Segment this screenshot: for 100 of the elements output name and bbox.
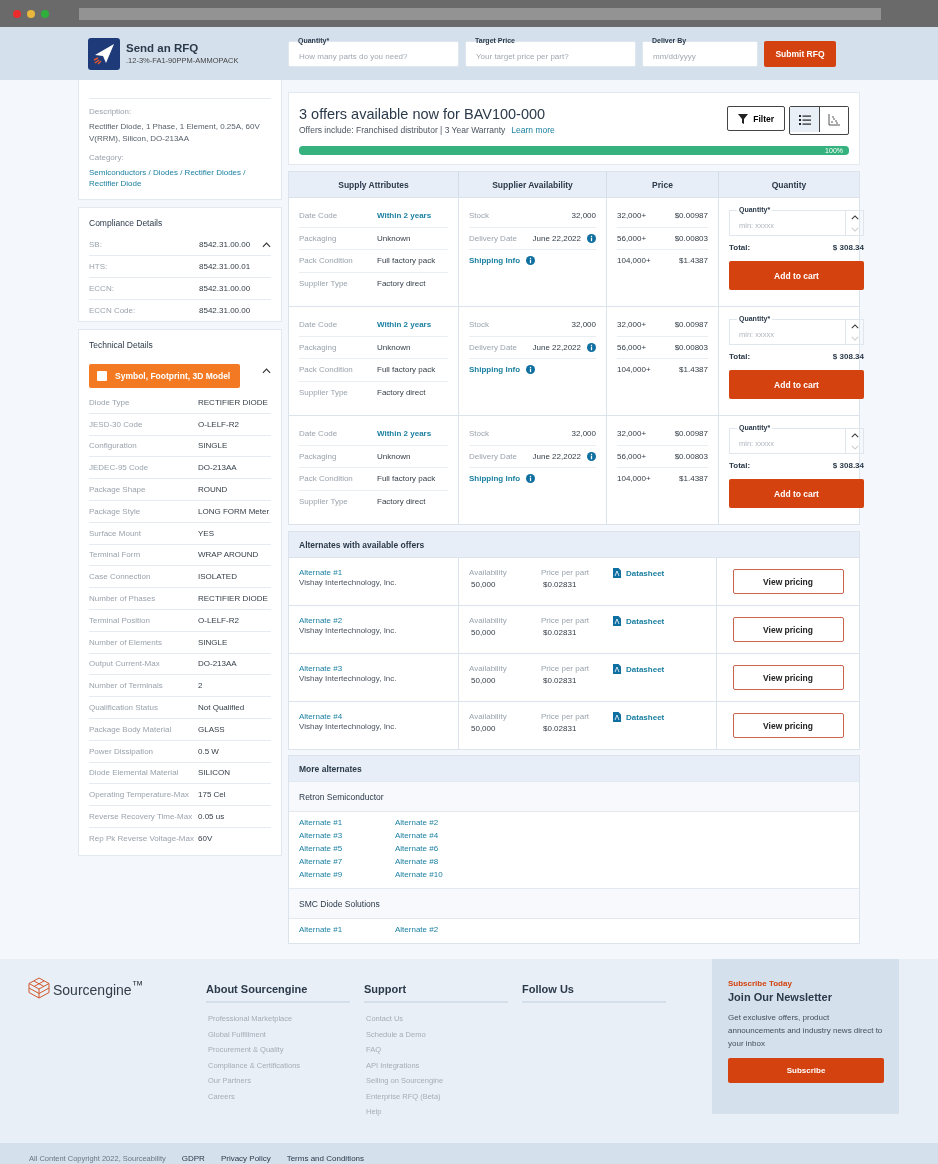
- row-label: Terminal Position: [89, 615, 151, 625]
- learn-more-link[interactable]: Learn more: [511, 125, 555, 135]
- alternate-link[interactable]: Alternate #10: [395, 869, 491, 880]
- attribute-value: Factory direct: [377, 496, 426, 506]
- datasheet-link[interactable]: Datasheet: [613, 568, 665, 578]
- row-label: Power Dissipation: [89, 746, 155, 756]
- attribute-value: Full factory pack: [377, 365, 436, 375]
- row-value: LONG FORM Meter: [198, 506, 270, 516]
- row-label: Package Style: [89, 506, 142, 516]
- row-label: Surface Mount: [89, 528, 143, 538]
- caret-icon[interactable]: [262, 241, 271, 248]
- alternate-link[interactable]: Alternate #5: [299, 843, 395, 854]
- submit-button[interactable]: Submit RFQ: [764, 40, 836, 67]
- alternate-link[interactable]: Alternate #4: [395, 830, 491, 841]
- attribute-value: Unknown: [377, 451, 411, 461]
- list-view-button[interactable]: [790, 107, 819, 132]
- offers-title: 3 offers available now for BAV100-000: [299, 106, 547, 122]
- shipping-info-link[interactable]: Shipping Info: [469, 256, 521, 266]
- quantity-break-label: 56,000+: [617, 451, 648, 461]
- unit-price: $0.00987: [674, 429, 708, 439]
- pdf-file-icon: [613, 568, 621, 578]
- legal-link[interactable]: GDPR: [181, 1153, 205, 1163]
- view-pricing-button[interactable]: View pricing: [732, 617, 844, 642]
- view-pricing-button[interactable]: View pricing: [732, 665, 844, 690]
- attribute-value: Factory direct: [377, 387, 426, 397]
- quantity-break-label: 104,000+: [617, 474, 652, 484]
- row-label: ECCN Code:: [89, 306, 137, 315]
- add-to-cart-button[interactable]: Add to cart: [729, 370, 864, 399]
- newsletter-eyebrow: Subscribe Today: [728, 979, 793, 988]
- attribute-label: Packaging: [299, 342, 338, 352]
- row-label: Rep Pk Reverse Voltage-Max: [89, 833, 195, 843]
- datasheet-link[interactable]: Datasheet: [613, 712, 665, 722]
- info-icon[interactable]: [526, 474, 536, 484]
- alternate-link[interactable]: Alternate #3: [299, 830, 395, 841]
- row-label: Number of Elements: [89, 637, 163, 647]
- close-dot-icon[interactable]: [13, 9, 21, 18]
- info-icon[interactable]: [526, 256, 536, 266]
- filter-button[interactable]: Filter: [727, 106, 785, 131]
- row-value: ROUND: [198, 485, 228, 495]
- price-value: $0.02831: [542, 676, 578, 685]
- manufacturer-name: Vishay Intertechnology, Inc.: [299, 626, 398, 635]
- description-label: Description:: [89, 107, 133, 116]
- availability-value: 50,000: [470, 676, 497, 685]
- attribute-label: Pack Condition: [299, 365, 354, 375]
- row-value: SINGLE: [198, 637, 228, 647]
- pdf-file-icon: [613, 712, 621, 722]
- add-to-cart-button[interactable]: Add to cart: [729, 261, 864, 290]
- alternate-link[interactable]: Alternate #2: [395, 924, 491, 935]
- quantity-break-label: 32,000+: [617, 320, 648, 330]
- row-value: ISOLATED: [198, 572, 237, 582]
- row-value: 8542.31.00.01: [199, 262, 251, 271]
- availability-label: Availability: [469, 568, 508, 577]
- info-icon[interactable]: [587, 342, 596, 352]
- row-value: DO-213AA: [198, 463, 237, 473]
- total-label: Total:: [729, 243, 751, 252]
- row-value: 8542.31.00.00: [199, 284, 251, 293]
- row-value: O-LELF-R2: [198, 615, 239, 625]
- alternate-link[interactable]: Alternate #9: [299, 869, 395, 880]
- alternate-link[interactable]: Alternate #2: [299, 616, 448, 625]
- quantity-break-label: 104,000+: [617, 365, 652, 375]
- alternate-link[interactable]: Alternate #6: [395, 843, 491, 854]
- delivery-date: June 22,2022: [532, 233, 581, 243]
- price-label: Price per part: [541, 664, 591, 673]
- row-label: Number of Terminals: [89, 681, 164, 691]
- alternate-link[interactable]: Alternate #8: [395, 856, 491, 867]
- alternate-link[interactable]: Alternate #1: [299, 817, 395, 828]
- delivery-label: Delivery Date: [469, 233, 518, 243]
- caret-icon[interactable]: [262, 368, 271, 374]
- legal-link[interactable]: Privacy Policy: [220, 1153, 271, 1163]
- model-button[interactable]: Symbol, Footprint, 3D Model: [89, 364, 241, 388]
- chart-view-button[interactable]: [819, 107, 848, 132]
- attribute-value: Unknown: [377, 342, 411, 352]
- footer-heading: Follow Us: [522, 983, 666, 1003]
- subscribe-button[interactable]: Subscribe: [728, 1058, 884, 1083]
- view-pricing-button[interactable]: View pricing: [732, 713, 844, 738]
- brand-name[interactable]: Sourcengine$^{™}$: [53, 978, 144, 998]
- add-to-cart-button[interactable]: Add to cart: [729, 479, 864, 508]
- category-link[interactable]: Semiconductors / Diodes / Rectifier Diodes / Rectifier Diode: [89, 167, 271, 189]
- shipping-info-link[interactable]: Shipping Info: [469, 474, 521, 484]
- alternate-link[interactable]: Alternate #3: [299, 664, 448, 673]
- info-icon[interactable]: [587, 233, 596, 243]
- alternate-link[interactable]: Alternate #1: [299, 924, 395, 935]
- view-pricing-button[interactable]: View pricing: [732, 569, 844, 594]
- section-header: More alternates: [289, 756, 859, 781]
- datasheet-link[interactable]: Datasheet: [613, 616, 665, 626]
- info-icon[interactable]: [526, 365, 536, 375]
- attribute-label: Supplier Type: [299, 278, 349, 288]
- info-icon[interactable]: [587, 451, 596, 461]
- alternate-link[interactable]: Alternate #1: [299, 568, 448, 577]
- shipping-info-link[interactable]: Shipping Info: [469, 365, 521, 375]
- legal-link[interactable]: Terms and Conditions: [286, 1153, 365, 1163]
- alternate-link[interactable]: Alternate #4: [299, 712, 448, 721]
- row-label: ECCN:: [89, 284, 115, 293]
- alternate-link[interactable]: Alternate #7: [299, 856, 395, 867]
- alternate-link[interactable]: Alternate #2: [395, 817, 491, 828]
- datasheet-link[interactable]: Datasheet: [613, 664, 665, 674]
- maximize-dot-icon[interactable]: [41, 9, 49, 18]
- total-label: Total:: [729, 352, 751, 361]
- minimize-dot-icon[interactable]: [27, 9, 35, 18]
- row-label: Operating Temperature-Max: [89, 790, 190, 800]
